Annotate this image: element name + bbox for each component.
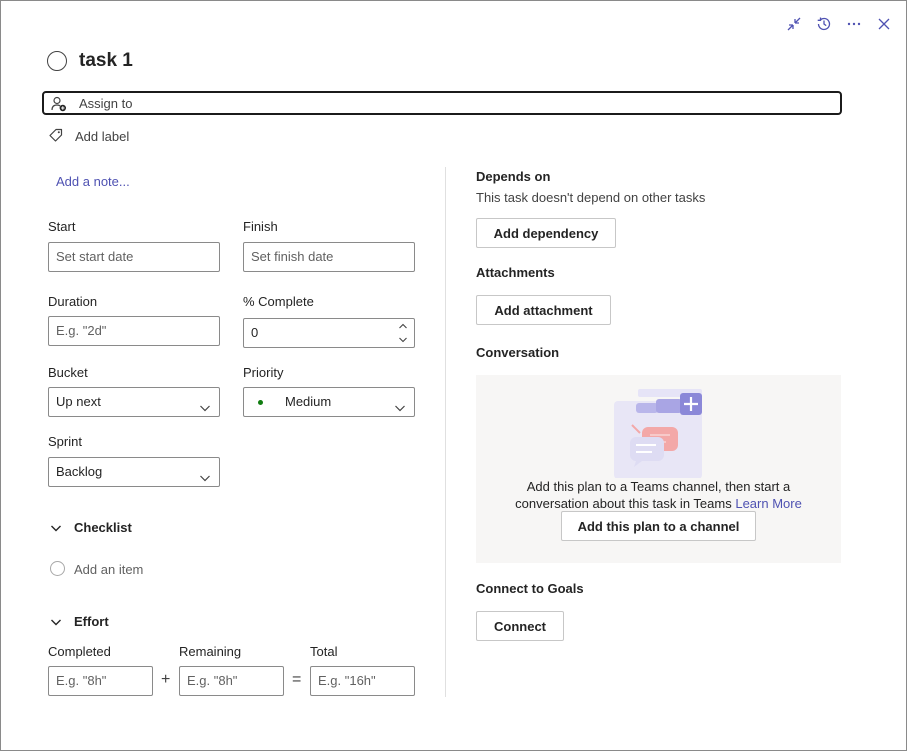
start-label: Start <box>48 219 76 234</box>
add-label-icon[interactable] <box>48 127 64 147</box>
history-icon[interactable] <box>813 13 835 35</box>
total-input[interactable]: E.g. "16h" <box>310 666 415 696</box>
chevron-down-icon <box>394 396 406 424</box>
connect-button[interactable]: Connect <box>476 611 564 641</box>
conversation-text-line2-row: conversation about this task in Teams Le… <box>476 495 841 512</box>
add-attachment-button[interactable]: Add attachment <box>476 295 611 325</box>
total-label: Total <box>310 644 338 659</box>
depends-on-title: Depends on <box>476 169 551 184</box>
add-checklist-item[interactable]: Add an item <box>74 562 143 577</box>
depends-on-subtitle: This task doesn't depend on other tasks <box>476 190 706 205</box>
percent-complete-label: % Complete <box>243 294 314 309</box>
sprint-value: Backlog <box>56 464 103 479</box>
completed-label: Completed <box>48 644 111 659</box>
task-complete-checkbox[interactable] <box>47 51 67 71</box>
bucket-label: Bucket <box>48 365 88 380</box>
conversation-text-line2: conversation about this task in Teams <box>515 496 732 511</box>
priority-label: Priority <box>243 365 284 380</box>
plus-sign: + <box>161 671 171 688</box>
completed-input[interactable]: E.g. "8h" <box>48 666 153 696</box>
duration-label: Duration <box>48 294 98 309</box>
learn-more-link[interactable]: Learn More <box>735 496 801 511</box>
finish-label: Finish <box>243 219 278 234</box>
assign-to-placeholder: Assign to <box>79 96 133 111</box>
checklist-item-circle-icon <box>50 561 65 576</box>
conversation-panel: Add this plan to a Teams channel, then s… <box>476 375 841 563</box>
conversation-title: Conversation <box>476 345 560 360</box>
column-divider <box>445 167 446 697</box>
add-label-button[interactable]: Add label <box>75 129 129 144</box>
start-date-input[interactable]: Set start date <box>48 242 220 272</box>
more-icon[interactable] <box>843 13 865 35</box>
conversation-text-line1: Add this plan to a Teams channel, then s… <box>526 479 791 494</box>
bucket-value: Up next <box>56 394 101 409</box>
duration-input[interactable]: E.g. "2d" <box>48 316 220 346</box>
task-title[interactable]: task 1 <box>79 50 133 72</box>
stepper-arrows-icon[interactable] <box>398 321 408 355</box>
assign-to-field[interactable]: Assign to <box>42 91 842 115</box>
sprint-label: Sprint <box>48 434 82 449</box>
priority-dot-icon <box>258 400 263 405</box>
assign-person-icon <box>50 95 68 116</box>
effort-chevron-icon[interactable] <box>50 615 62 631</box>
attachments-title: Attachments <box>476 265 555 280</box>
remaining-label: Remaining <box>179 644 242 659</box>
add-dependency-button[interactable]: Add dependency <box>476 218 616 248</box>
close-icon[interactable] <box>873 13 895 35</box>
checklist-title[interactable]: Checklist <box>74 520 132 535</box>
finish-date-input[interactable]: Set finish date <box>243 242 415 272</box>
add-note-link[interactable]: Add a note... <box>56 174 130 189</box>
sprint-dropdown[interactable]: Backlog <box>48 457 220 487</box>
equals-sign: = <box>292 671 302 688</box>
chevron-down-icon <box>199 466 211 494</box>
task-details-dialog: task 1 Assign to Add label Add a note...… <box>0 0 907 751</box>
remaining-input[interactable]: E.g. "8h" <box>179 666 284 696</box>
connect-goals-title: Connect to Goals <box>476 581 584 596</box>
minimize-icon[interactable] <box>783 13 805 35</box>
chevron-down-icon <box>199 396 211 424</box>
bucket-dropdown[interactable]: Up next <box>48 387 220 417</box>
priority-dropdown[interactable]: Medium <box>243 387 415 417</box>
percent-complete-stepper[interactable]: 0 <box>243 318 415 348</box>
checklist-chevron-icon[interactable] <box>50 521 62 537</box>
effort-title[interactable]: Effort <box>74 614 109 629</box>
priority-value: Medium <box>285 394 332 409</box>
add-plan-to-channel-button[interactable]: Add this plan to a channel <box>561 511 756 541</box>
teams-folder-illustration-icon <box>614 383 704 481</box>
percent-complete-value: 0 <box>251 325 259 340</box>
